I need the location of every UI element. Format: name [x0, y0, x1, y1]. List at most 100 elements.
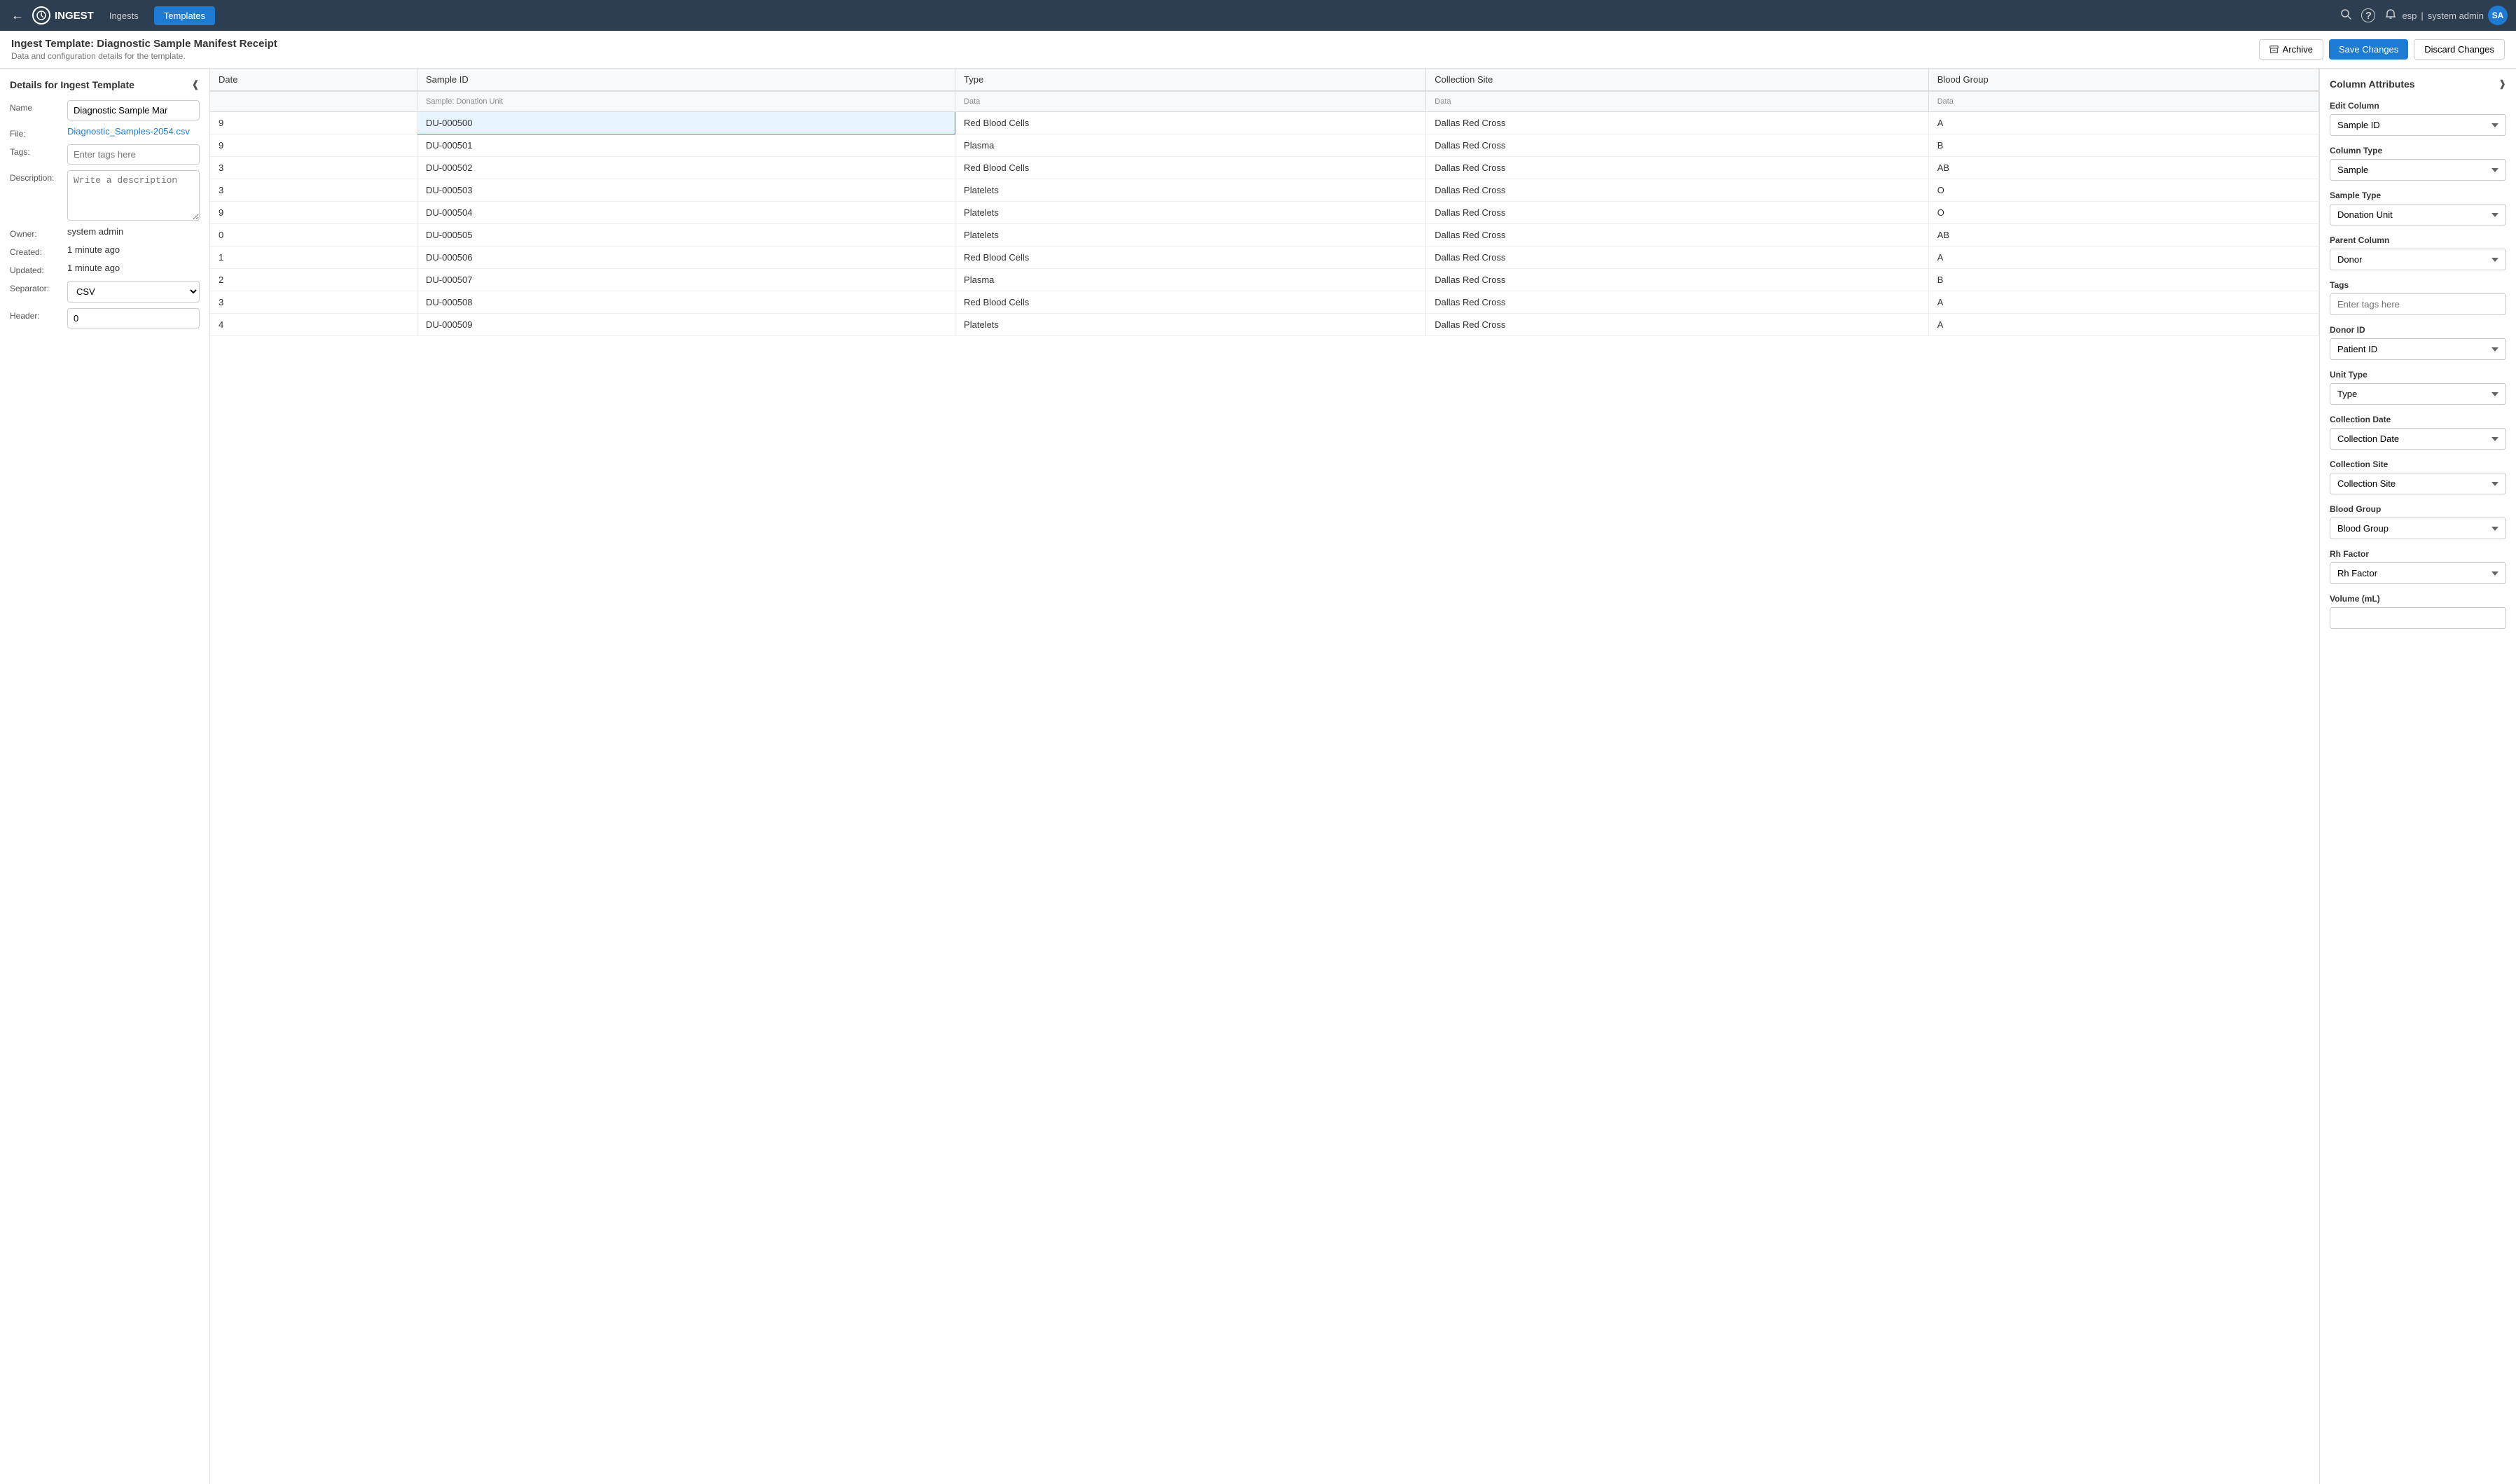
ingests-nav-button[interactable]: Ingests	[99, 6, 148, 25]
cell-blood-group: AB	[1928, 157, 2318, 179]
donor-id-section: Donor ID Patient ID Donor ID None	[2330, 325, 2506, 360]
col-type: Type	[955, 69, 1426, 91]
table-row: 1DU-000506Red Blood CellsDallas Red Cros…	[210, 247, 2319, 269]
col-date: Date	[210, 69, 417, 91]
file-link[interactable]: Diagnostic_Samples-2054.csv	[67, 126, 190, 137]
column-type-section: Column Type Sample Donor Patient Data	[2330, 146, 2506, 181]
cell-sample-id[interactable]: DU-000503	[417, 179, 955, 202]
volume-input[interactable]	[2330, 607, 2506, 629]
cell-date: 9	[210, 202, 417, 224]
volume-label: Volume (mL)	[2330, 594, 2506, 604]
collapse-panel-button[interactable]: ❰	[191, 78, 200, 90]
table-header-row: Date Sample ID Type Collection Site Bloo…	[210, 69, 2319, 91]
avatar: SA	[2488, 6, 2508, 25]
parent-column-select[interactable]: Donor Patient None	[2330, 249, 2506, 270]
page-title-block: Ingest Template: Diagnostic Sample Manif…	[11, 38, 277, 61]
cell-sample-id[interactable]: DU-000504	[417, 202, 955, 224]
sample-type-select[interactable]: Donation Unit Aliquot Primary	[2330, 204, 2506, 226]
page-header-actions: Archive Save Changes Discard Changes	[2259, 39, 2505, 60]
rh-factor-select[interactable]: Rh Factor None	[2330, 562, 2506, 584]
right-tags-label: Tags	[2330, 280, 2506, 290]
collection-site-select[interactable]: Collection Site None	[2330, 473, 2506, 494]
owner-label: Owner:	[10, 226, 59, 239]
cell-sample-id[interactable]: DU-000505	[417, 224, 955, 247]
discard-changes-button[interactable]: Discard Changes	[2414, 39, 2505, 60]
column-type-select[interactable]: Sample Donor Patient Data	[2330, 159, 2506, 181]
cell-type: Red Blood Cells	[955, 112, 1426, 134]
blood-group-select[interactable]: Blood Group None	[2330, 518, 2506, 539]
file-row: File: Diagnostic_Samples-2054.csv	[10, 126, 200, 139]
cell-sample-id[interactable]: DU-000500	[417, 112, 955, 134]
cell-type: Platelets	[955, 179, 1426, 202]
collection-date-select[interactable]: Collection Date None	[2330, 428, 2506, 450]
cell-collection-site: Dallas Red Cross	[1426, 202, 1928, 224]
volume-section: Volume (mL)	[2330, 594, 2506, 629]
cell-sample-id[interactable]: DU-000509	[417, 314, 955, 336]
edit-column-select[interactable]: Sample ID Type Collection Site Blood Gro…	[2330, 114, 2506, 136]
donor-id-select[interactable]: Patient ID Donor ID None	[2330, 338, 2506, 360]
name-input[interactable]	[67, 100, 200, 120]
cell-collection-site: Dallas Red Cross	[1426, 134, 1928, 157]
description-label: Description:	[10, 170, 59, 183]
expand-right-panel-button[interactable]: ❱	[2498, 78, 2506, 90]
table-row: 3DU-000503PlateletsDallas Red CrossO	[210, 179, 2319, 202]
user-info: esp | system admin SA	[2402, 6, 2508, 25]
name-row: Name	[10, 100, 200, 120]
subcol-sample-id: Sample: Donation Unit	[417, 91, 955, 112]
cell-blood-group: A	[1928, 112, 2318, 134]
subcol-blood-group: Data	[1928, 91, 2318, 112]
cell-sample-id[interactable]: DU-000501	[417, 134, 955, 157]
cell-blood-group: O	[1928, 202, 2318, 224]
description-textarea[interactable]	[67, 170, 200, 221]
right-panel-title: Column Attributes ❱	[2330, 78, 2506, 90]
owner-value: system admin	[67, 226, 123, 237]
cell-collection-site: Dallas Red Cross	[1426, 314, 1928, 336]
cell-sample-id[interactable]: DU-000507	[417, 269, 955, 291]
search-icon[interactable]	[2340, 8, 2351, 23]
cell-type: Red Blood Cells	[955, 157, 1426, 179]
unit-type-section: Unit Type Type Category None	[2330, 370, 2506, 405]
updated-label: Updated:	[10, 263, 59, 275]
main-layout: Details for Ingest Template ❰ Name File:…	[0, 69, 2516, 1484]
archive-icon	[2269, 45, 2279, 54]
cell-type: Plasma	[955, 269, 1426, 291]
tags-section: Tags	[2330, 280, 2506, 315]
table-body: 9DU-000500Red Blood CellsDallas Red Cros…	[210, 112, 2319, 336]
header-input[interactable]	[67, 308, 200, 328]
bell-icon[interactable]	[2385, 8, 2396, 23]
cell-type: Platelets	[955, 224, 1426, 247]
separator-row: Separator: CSV TSV Pipe Space	[10, 281, 200, 303]
collection-site-section: Collection Site Collection Site None	[2330, 459, 2506, 494]
cell-date: 4	[210, 314, 417, 336]
tags-input[interactable]	[67, 144, 200, 165]
sample-type-label: Sample Type	[2330, 190, 2506, 200]
cell-date: 3	[210, 157, 417, 179]
separator-select[interactable]: CSV TSV Pipe Space	[67, 281, 200, 303]
help-icon[interactable]: ?	[2361, 8, 2375, 22]
cell-sample-id[interactable]: DU-000502	[417, 157, 955, 179]
archive-button[interactable]: Archive	[2259, 39, 2323, 60]
separator-label: Separator:	[10, 281, 59, 293]
cell-blood-group: B	[1928, 269, 2318, 291]
blood-group-label: Blood Group	[2330, 504, 2506, 514]
subcol-date	[210, 91, 417, 112]
templates-nav-button[interactable]: Templates	[154, 6, 215, 25]
cell-blood-group: AB	[1928, 224, 2318, 247]
file-label: File:	[10, 126, 59, 139]
cell-type: Platelets	[955, 202, 1426, 224]
back-button[interactable]: ←	[8, 6, 27, 26]
save-changes-button[interactable]: Save Changes	[2329, 39, 2408, 60]
cell-sample-id[interactable]: DU-000508	[417, 291, 955, 314]
parent-column-section: Parent Column Donor Patient None	[2330, 235, 2506, 270]
page-title: Ingest Template: Diagnostic Sample Manif…	[11, 38, 277, 50]
cell-collection-site: Dallas Red Cross	[1426, 179, 1928, 202]
name-label: Name	[10, 100, 59, 113]
unit-type-select[interactable]: Type Category None	[2330, 383, 2506, 405]
subcol-type: Data	[955, 91, 1426, 112]
edit-column-section: Edit Column Sample ID Type Collection Si…	[2330, 101, 2506, 136]
right-tags-input[interactable]	[2330, 293, 2506, 315]
table-row: 4DU-000509PlateletsDallas Red CrossA	[210, 314, 2319, 336]
table-row: 9DU-000501PlasmaDallas Red CrossB	[210, 134, 2319, 157]
col-sample-id: Sample ID	[417, 69, 955, 91]
cell-sample-id[interactable]: DU-000506	[417, 247, 955, 269]
